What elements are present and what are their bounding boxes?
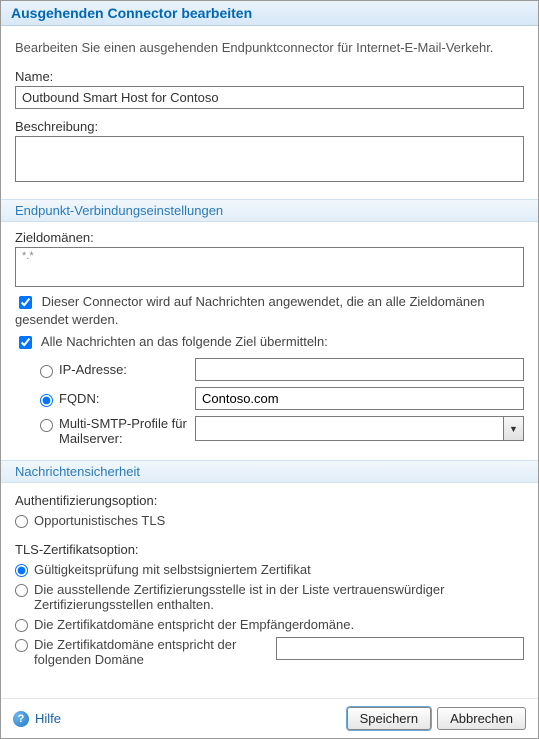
deliver-all-label: Alle Nachrichten an das folgende Ziel üb… [41,334,328,349]
dest-fqdn-row: FQDN: [35,387,524,410]
edit-outbound-connector-dialog: Ausgehenden Connector bearbeiten Bearbei… [0,0,539,739]
tls-match-domain-input[interactable] [276,637,524,660]
dest-multi-label: Multi-SMTP-Profile für Mailserver: [59,416,195,446]
dest-fqdn-radio-label[interactable]: FQDN: [35,391,195,407]
dest-fqdn-input[interactable] [195,387,524,410]
auth-heading: Authentifizierungsoption: [15,493,524,508]
apply-all-row: Dieser Connector wird auf Nachrichten an… [15,293,524,327]
tls-self-signed-label: Gültigkeitsprüfung mit selbstsigniertem … [34,562,524,577]
dest-ip-label: IP-Adresse: [59,362,127,377]
tls-heading: TLS-Zertifikatsoption: [15,542,524,557]
save-button[interactable]: Speichern [347,707,432,730]
security-section-header: Nachrichtensicherheit [1,460,538,483]
dest-ip-row: IP-Adresse: [35,358,524,381]
deliver-all-row: Alle Nachrichten an das folgende Ziel üb… [15,333,524,352]
description-textarea[interactable] [15,136,524,182]
help-label: Hilfe [35,711,61,726]
help-link[interactable]: ? Hilfe [13,711,61,727]
tls-match-recipient-label: Die Zertifikatdomäne entspricht der Empf… [34,617,524,632]
dest-ip-input[interactable] [195,358,524,381]
description-label: Beschreibung: [15,119,524,134]
tls-match-domain-row: Die Zertifikatdomäne entspricht der folg… [15,637,524,667]
apply-all-checkbox[interactable] [19,296,32,309]
dest-multi-radio-label[interactable]: Multi-SMTP-Profile für Mailserver: [35,416,195,446]
tls-match-recipient-radio[interactable] [15,619,28,632]
endpoint-section-header: Endpunkt-Verbindungseinstellungen [1,199,538,222]
dest-multi-radio[interactable] [40,419,53,432]
chevron-down-icon[interactable]: ▼ [503,417,523,440]
destination-options: IP-Adresse: FQDN: Multi-SMTP-Profile für… [35,358,524,446]
tls-match-domain-label: Die Zertifikatdomäne entspricht der folg… [34,637,268,667]
auth-opportunistic-row: Opportunistisches TLS [15,513,524,528]
target-domains-box[interactable]: *.* [15,247,524,287]
tls-match-domain-radio[interactable] [15,639,28,652]
deliver-all-checkbox[interactable] [19,336,32,349]
security-block: Authentifizierungsoption: Opportunistisc… [15,493,524,667]
auth-opportunistic-label: Opportunistisches TLS [34,513,524,528]
auth-opportunistic-radio[interactable] [15,515,28,528]
dialog-footer: ? Hilfe Speichern Abbrechen [1,698,538,738]
dest-ip-radio-label[interactable]: IP-Adresse: [35,362,195,378]
tls-ca-list-label: Die ausstellende Zertifizierungsstelle i… [34,582,524,612]
tls-ca-list-radio[interactable] [15,584,28,597]
dest-multi-select[interactable]: ▼ [195,416,524,441]
apply-all-label: Dieser Connector wird auf Nachrichten an… [15,294,485,327]
dest-fqdn-label: FQDN: [59,391,99,406]
tls-self-signed-radio[interactable] [15,564,28,577]
name-input[interactable] [15,86,524,109]
tls-self-signed-row: Gültigkeitsprüfung mit selbstsigniertem … [15,562,524,577]
dialog-title: Ausgehenden Connector bearbeiten [1,1,538,26]
intro-text: Bearbeiten Sie einen ausgehenden Endpunk… [15,40,524,55]
dest-multi-row: Multi-SMTP-Profile für Mailserver: ▼ [35,416,524,446]
target-domains-label: Zieldomänen: [15,230,524,245]
help-icon: ? [13,711,29,727]
tls-match-recipient-row: Die Zertifikatdomäne entspricht der Empf… [15,617,524,632]
dest-ip-radio[interactable] [40,365,53,378]
dialog-content: Bearbeiten Sie einen ausgehenden Endpunk… [1,26,538,667]
dest-fqdn-radio[interactable] [40,394,53,407]
cancel-button[interactable]: Abbrechen [437,707,526,730]
tls-ca-list-row: Die ausstellende Zertifizierungsstelle i… [15,582,524,612]
name-label: Name: [15,69,524,84]
